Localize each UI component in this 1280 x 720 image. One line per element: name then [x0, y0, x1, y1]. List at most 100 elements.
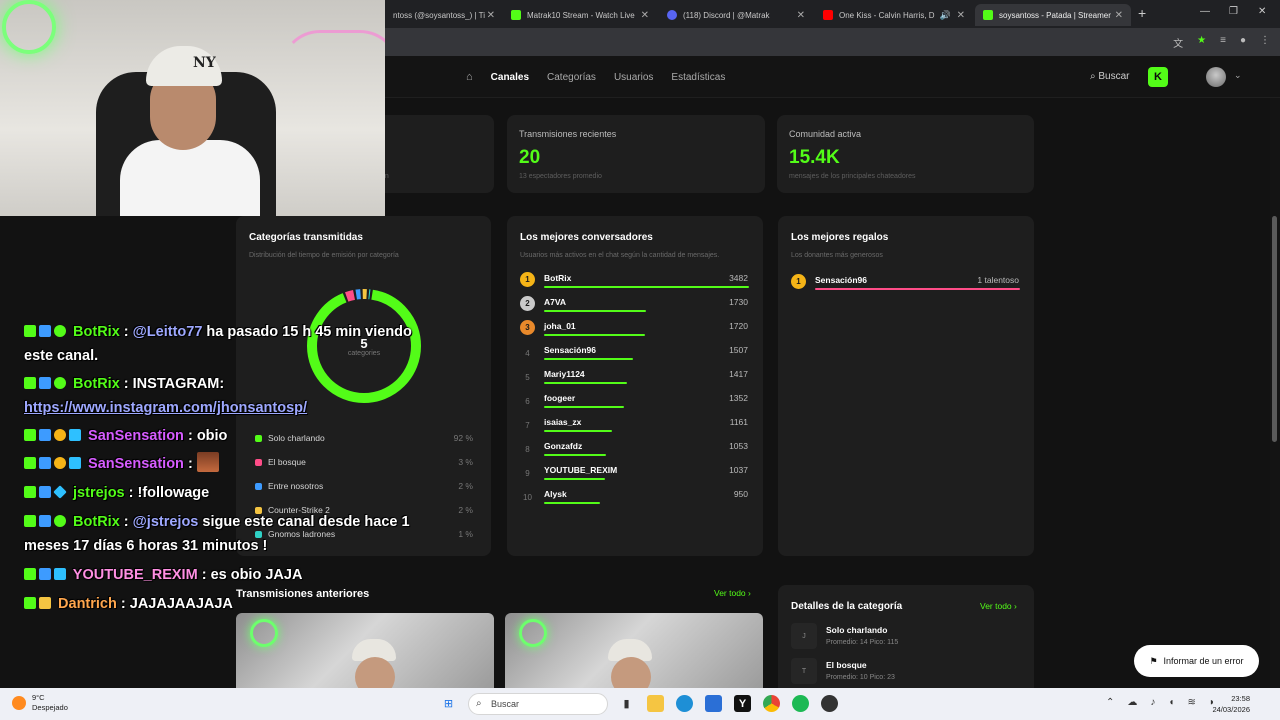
chatter-row[interactable]: 9 YOUTUBE_REXIM 1037 — [520, 464, 750, 486]
see-all-previous-link[interactable]: Ver todo › — [714, 588, 751, 598]
close-icon[interactable]: ✕ — [641, 10, 649, 21]
category-icon: J — [791, 623, 817, 649]
kick-logo-button[interactable]: K — [1148, 67, 1168, 87]
subscriber-badge-icon — [69, 429, 81, 441]
chat-message: SanSensation : — [24, 452, 219, 476]
close-icon[interactable]: ✕ — [797, 10, 805, 21]
kick-badge-icon — [24, 597, 36, 609]
search-label: Buscar — [1098, 71, 1130, 82]
category-legend-item[interactable]: Entre nosotros 2 % — [255, 480, 473, 494]
kick-badge-icon — [24, 457, 36, 469]
gift-row[interactable]: 1 Sensación96 1 talentoso — [791, 274, 1021, 296]
taskbar-search-input[interactable]: ⌕ Buscar — [468, 693, 608, 715]
close-icon[interactable]: ✕ — [487, 10, 495, 21]
browser-tab-4[interactable]: One Kiss - Calvin Harris, Du 🔊 ✕ — [815, 4, 973, 26]
bookmark-star-icon[interactable]: ★ — [1197, 35, 1206, 50]
maximize-button[interactable]: ❐ — [1229, 6, 1238, 17]
chatter-row[interactable]: 4 Sensación96 1507 — [520, 344, 750, 366]
category-percent: 92 % — [453, 433, 473, 443]
browser-tab-1[interactable]: ntoss (@soysantoss_) | Ti ✕ — [385, 4, 503, 26]
discord-favicon-icon — [667, 10, 677, 20]
clock-date: 24/03/2026 — [1212, 705, 1250, 714]
search-button[interactable]: ⌕ Buscar — [1090, 71, 1130, 82]
chatter-bar — [544, 286, 749, 288]
obs-icon[interactable] — [821, 695, 838, 712]
chatter-row[interactable]: 3 joha_01 1720 — [520, 320, 750, 342]
rank-number: 7 — [525, 421, 530, 430]
moderator-badge-icon — [39, 325, 51, 337]
top-chatters-card: Los mejores conversadores Usuarios más a… — [507, 216, 763, 556]
verified-badge-icon — [54, 325, 66, 337]
browser-tab-3[interactable]: (118) Discord | @Matrak ✕ — [659, 4, 813, 26]
scrollbar-thumb[interactable] — [1272, 216, 1277, 442]
chrome-icon[interactable] — [763, 695, 780, 712]
chat-message: BotRix : INSTAGRAM: — [24, 372, 224, 396]
profile-icon[interactable]: ● — [1240, 35, 1246, 50]
chat-mention: @jstrejos — [132, 514, 199, 530]
kick-badge-icon — [24, 568, 36, 580]
chat-text: !followage — [137, 485, 210, 501]
minimize-button[interactable]: — — [1200, 6, 1210, 17]
category-detail-row[interactable]: T El bosque Promedio: 10 Pico: 23 — [791, 658, 1021, 684]
chatter-name: Mariy1124 — [544, 369, 585, 379]
start-area: ⊞ — [440, 695, 457, 712]
edge-icon[interactable] — [676, 695, 693, 712]
chat-text: sigue este canal desde hace 1 — [198, 514, 410, 530]
close-icon[interactable]: ✕ — [957, 10, 965, 21]
chevron-up-icon[interactable]: ⌃ — [1106, 697, 1114, 708]
search-icon: ⌕ — [476, 698, 482, 709]
chatter-row[interactable]: 8 Gonzafdz 1053 — [520, 440, 750, 462]
user-avatar[interactable] — [1206, 67, 1226, 87]
windows-start-icon[interactable]: ⊞ — [440, 695, 457, 712]
store-icon[interactable] — [705, 695, 722, 712]
translate-icon[interactable]: 文 — [1173, 35, 1183, 50]
category-legend-item[interactable]: El bosque 3 % — [255, 456, 473, 470]
media-icon[interactable]: ≡ — [1220, 35, 1226, 50]
chatter-bar-track — [544, 310, 749, 312]
nav-link-estadisticas[interactable]: Estadísticas — [671, 72, 725, 83]
yahoo-icon[interactable]: Y — [734, 695, 751, 712]
weather-widget[interactable]: 9°C Despejado — [12, 693, 68, 713]
chatter-row[interactable]: 2 A7VA 1730 — [520, 296, 750, 318]
stream-thumbnail[interactable] — [236, 613, 494, 689]
wifi-icon[interactable]: ≋ — [1187, 697, 1195, 708]
window-close-button[interactable]: ✕ — [1258, 6, 1266, 17]
nav-link-usuarios[interactable]: Usuarios — [614, 72, 653, 83]
close-icon[interactable]: ✕ — [1115, 10, 1123, 21]
file-explorer-icon[interactable] — [647, 695, 664, 712]
moderator-badge-icon — [39, 515, 51, 527]
chatter-row[interactable]: 5 Mariy1124 1417 — [520, 368, 750, 390]
chat-emote-icon — [196, 452, 219, 472]
chatter-message-count: 1417 — [729, 369, 748, 379]
cloud-icon[interactable]: ☁ — [1127, 697, 1137, 708]
report-error-button[interactable]: ⚑ Informar de un error — [1134, 645, 1259, 677]
home-icon[interactable]: ⌂ — [466, 71, 473, 83]
chevron-down-icon[interactable]: ⌄ — [1234, 70, 1242, 81]
task-view-icon[interactable]: ▮ — [618, 695, 635, 712]
stream-thumbnail[interactable] — [505, 613, 763, 689]
new-tab-button[interactable]: + — [1138, 5, 1146, 21]
chat-username: jstrejos — [73, 485, 125, 501]
category-legend-item[interactable]: Solo charlando 92 % — [255, 432, 473, 446]
rank-number: 5 — [525, 373, 530, 382]
menu-icon[interactable]: ⋮ — [1260, 35, 1270, 50]
speaker-icon[interactable]: ◖ — [1168, 697, 1174, 708]
gift-bar-track — [815, 288, 1020, 290]
browser-tab-active[interactable]: soysantoss - Patada | Streamer ✕ — [975, 4, 1131, 26]
category-detail-row[interactable]: J Solo charlando Promedio: 14 Pico: 115 — [791, 623, 1021, 649]
pinned-apps: ▮ Y — [618, 695, 838, 712]
nav-link-canales[interactable]: Canales — [491, 72, 529, 83]
see-all-details-link[interactable]: Ver todo › — [980, 601, 1017, 611]
chatter-row[interactable]: 10 Alysk 950 — [520, 488, 750, 510]
categories-card: Categorías transmitidas Distribución del… — [236, 216, 491, 556]
nav-link-categorias[interactable]: Categorías — [547, 72, 596, 83]
chatter-row[interactable]: 6 foogeer 1352 — [520, 392, 750, 414]
taskbar-clock[interactable]: 23:58 24/03/2026 — [1212, 693, 1250, 715]
browser-tab-2[interactable]: Matrak10 Stream - Watch Live ✕ — [503, 4, 657, 26]
chatter-row[interactable]: 1 BotRix 3482 — [520, 272, 750, 294]
chatter-row[interactable]: 7 isaias_zx 1161 — [520, 416, 750, 438]
category-percent: 2 % — [458, 505, 473, 515]
chat-link[interactable]: https://www.instagram.com/jhonsantosp/ — [24, 400, 307, 416]
spotify-icon[interactable] — [792, 695, 809, 712]
microphone-icon[interactable]: ♪ — [1150, 697, 1155, 708]
